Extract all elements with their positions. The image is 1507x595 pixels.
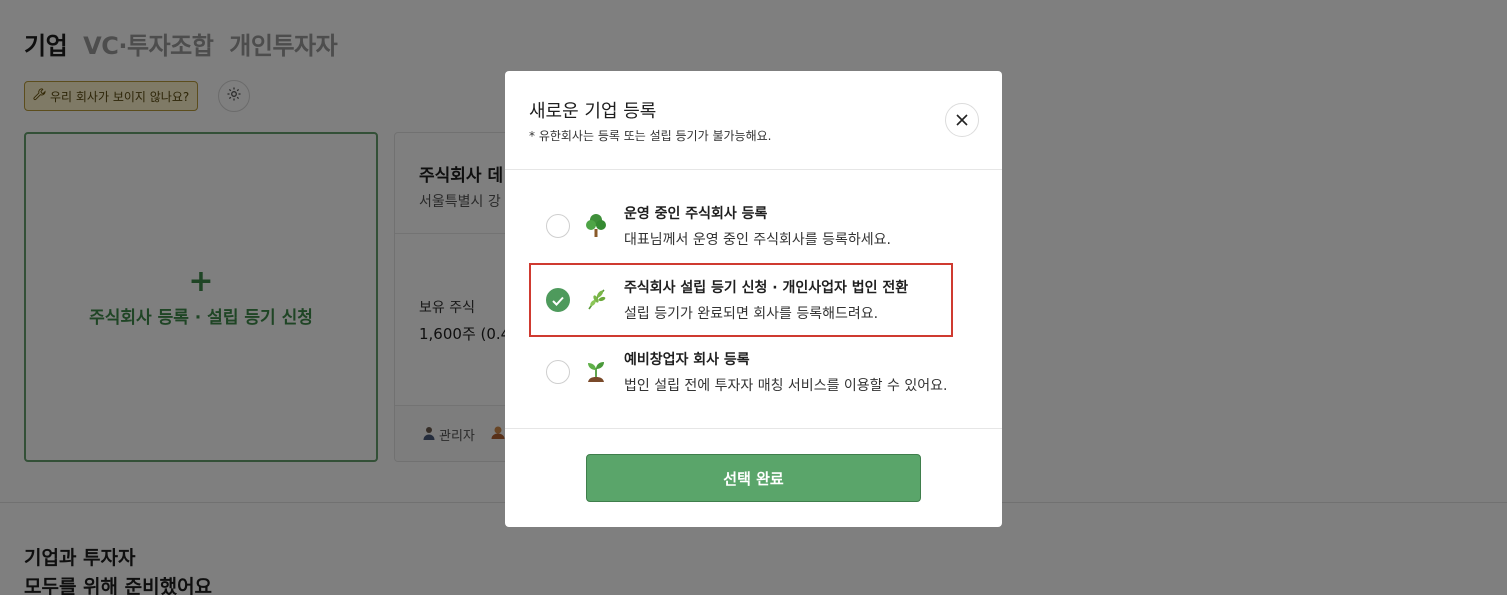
option-description: 법인 설립 전에 투자자 매칭 서비스를 이용할 수 있어요. — [624, 378, 948, 394]
close-button[interactable] — [945, 103, 979, 137]
option-description: 설립 등기가 완료되면 회사를 등록해드려요. — [624, 306, 879, 322]
seedling-icon — [583, 357, 609, 385]
divider — [505, 169, 1002, 170]
radio-checked[interactable] — [546, 288, 570, 312]
option-pre-founder[interactable]: 예비창업자 회사 등록 법인 설립 전에 투자자 매칭 서비스를 이용할 수 있… — [529, 335, 953, 409]
divider — [505, 428, 1002, 429]
option-title: 운영 중인 주식회사 등록 — [624, 206, 768, 222]
option-incorporation-request[interactable]: 주식회사 설립 등기 신청 · 개인사업자 법인 전환 설립 등기가 완료되면 … — [529, 263, 953, 337]
option-existing-company[interactable]: 운영 중인 주식회사 등록 대표님께서 운영 중인 주식회사를 등록하세요. — [529, 189, 953, 263]
new-company-modal: 새로운 기업 등록 * 유한회사는 등록 또는 설립 등기가 불가능해요. 운영… — [505, 71, 1002, 527]
modal-subtitle: * 유한회사는 등록 또는 설립 등기가 불가능해요. — [529, 129, 772, 143]
option-description: 대표님께서 운영 중인 주식회사를 등록하세요. — [624, 232, 891, 248]
close-icon — [956, 111, 968, 130]
option-title: 예비창업자 회사 등록 — [624, 352, 750, 368]
option-title: 주식회사 설립 등기 신청 · 개인사업자 법인 전환 — [624, 280, 909, 296]
check-icon — [552, 291, 564, 310]
radio-unchecked[interactable] — [546, 214, 570, 238]
confirm-button[interactable]: 선택 완료 — [586, 454, 921, 502]
radio-unchecked[interactable] — [546, 360, 570, 384]
tree-icon — [583, 211, 609, 239]
herb-icon — [583, 285, 609, 313]
modal-title: 새로운 기업 등록 — [529, 101, 657, 122]
